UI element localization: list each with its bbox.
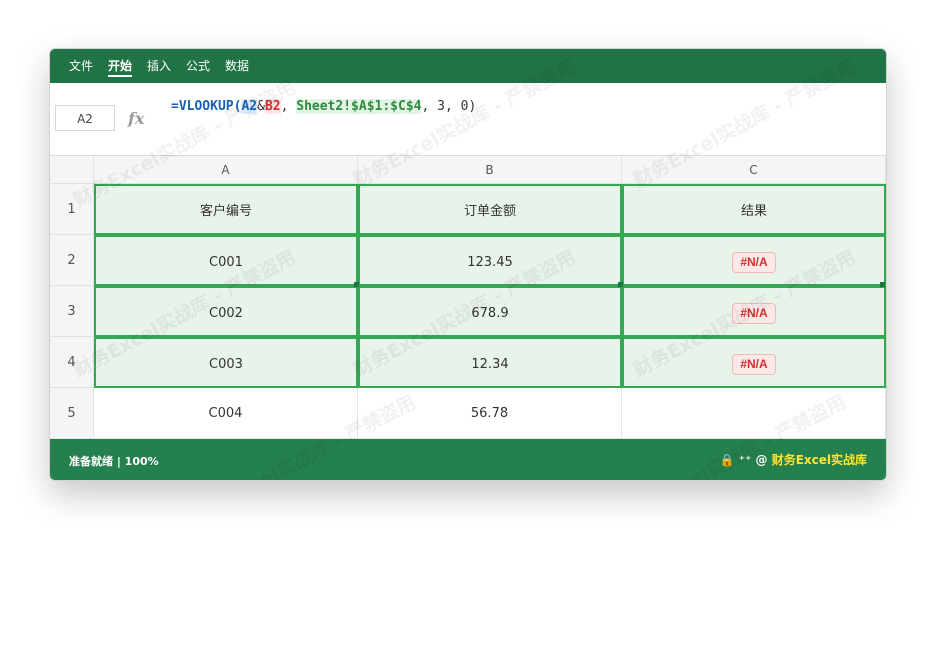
cell-b2[interactable]: 123.45 <box>358 235 622 286</box>
cell-b4[interactable]: 12.34 <box>358 337 622 388</box>
formula-concat: & <box>257 99 265 114</box>
fill-handle[interactable] <box>618 282 623 287</box>
error-badge: #N/A <box>732 354 776 375</box>
cell-b3[interactable]: 678.9 <box>358 286 622 337</box>
tab-home[interactable]: 开始 <box>108 58 133 77</box>
row-header-1[interactable]: 1 <box>50 184 94 235</box>
formula-args: , 3, 0) <box>421 99 477 114</box>
column-header-a[interactable]: A <box>94 156 358 184</box>
cell-c5[interactable] <box>622 388 886 439</box>
status-bar: 准备就绪 | 100% 🔒 ⁺⁺ @ 财务Excel实战库 <box>50 439 886 480</box>
cell-b5[interactable]: 56.78 <box>358 388 622 439</box>
column-header-c[interactable]: C <box>622 156 886 184</box>
name-box[interactable]: A2 <box>55 105 115 131</box>
column-header-b[interactable]: B <box>358 156 622 184</box>
cell-c2[interactable]: #N/A <box>622 235 886 286</box>
brand-name: 财务Excel实战库 <box>771 453 867 467</box>
fx-icon: fx <box>128 109 145 128</box>
tab-formulas[interactable]: 公式 <box>186 58 210 74</box>
cell-a1[interactable]: 客户编号 <box>94 184 358 235</box>
cell-c3[interactable]: #N/A <box>622 286 886 337</box>
cell-a3[interactable]: C002 <box>94 286 358 337</box>
tab-insert[interactable]: 插入 <box>147 58 171 74</box>
cell-a4[interactable]: C003 <box>94 337 358 388</box>
formula-ref-b2: B2 <box>264 99 281 114</box>
row-header-5[interactable]: 5 <box>50 388 94 439</box>
cell-c4[interactable]: #N/A <box>622 337 886 388</box>
formula-bar: A2 fx =VLOOKUP(A2&B2, Sheet2!$A$1:$C$4, … <box>50 83 886 156</box>
ribbon: 文件 开始 插入 公式 数据 <box>50 49 886 83</box>
row-header-3[interactable]: 3 <box>50 286 94 337</box>
spreadsheet-window: 文件 开始 插入 公式 数据 A2 fx =VLOOKUP(A2&B2, She… <box>49 48 887 481</box>
tab-file[interactable]: 文件 <box>69 58 93 74</box>
fill-handle[interactable] <box>354 282 359 287</box>
row-header-2[interactable]: 2 <box>50 235 94 286</box>
fill-handle[interactable] <box>880 282 885 287</box>
select-all-corner[interactable] <box>50 156 94 184</box>
formula-ref-a2: A2 <box>241 99 258 114</box>
error-badge: #N/A <box>732 252 776 273</box>
cell-b1[interactable]: 订单金额 <box>358 184 622 235</box>
row-header-4[interactable]: 4 <box>50 337 94 388</box>
lock-icon: 🔒 <box>719 453 735 467</box>
status-brand: 🔒 ⁺⁺ @ 财务Excel实战库 <box>720 451 868 468</box>
formula-function: =VLOOKUP( <box>171 99 242 114</box>
tab-data[interactable]: 数据 <box>225 58 249 74</box>
status-text: 准备就绪 | 100% <box>69 455 159 468</box>
cell-c1[interactable]: 结果 <box>622 184 886 235</box>
cell-a2[interactable]: C001 <box>94 235 358 286</box>
status-sparkle: ⁺⁺ @ <box>738 453 768 467</box>
cell-a5[interactable]: C004 <box>94 388 358 439</box>
formula-range: Sheet2!$A$1:$C$4 <box>296 99 422 114</box>
error-badge: #N/A <box>732 303 776 324</box>
formula-input[interactable]: =VLOOKUP(A2&B2, Sheet2!$A$1:$C$4, 3, 0) <box>171 98 476 116</box>
formula-sep: , <box>280 99 297 114</box>
